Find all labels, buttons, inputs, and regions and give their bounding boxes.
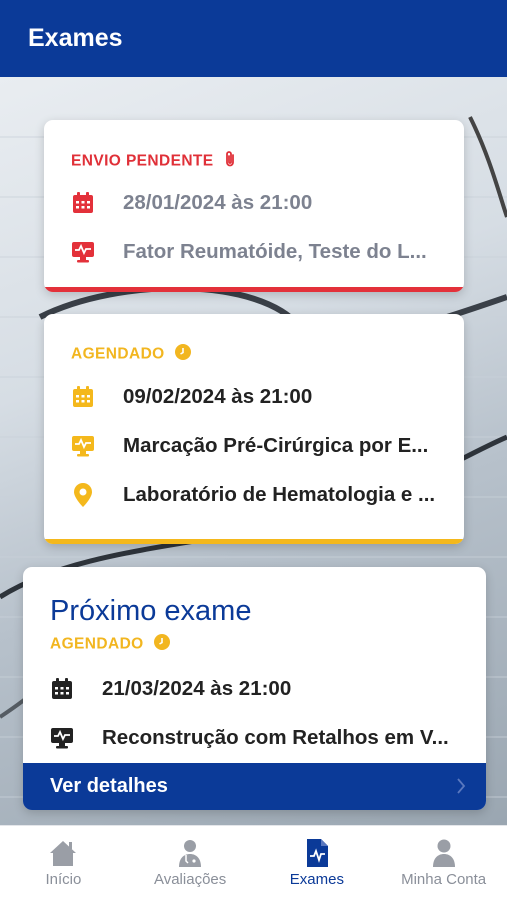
next-exam-heading: Próximo exame [50, 595, 252, 627]
page-title: Exames [28, 24, 123, 52]
exam-card-scheduled[interactable]: AGENDADO 09/02/2024 às 21:00 Marcação Pr… [44, 314, 464, 544]
doctor-icon [175, 838, 205, 868]
exam-file-icon [302, 838, 332, 868]
home-icon [48, 838, 78, 868]
exam-status: ENVIO PENDENTE [71, 150, 236, 173]
user-icon [429, 838, 459, 868]
clock-icon [175, 344, 192, 365]
exam-name-row: Reconstrução com Retalhos em V... [50, 723, 466, 753]
monitor-pulse-icon [71, 434, 95, 458]
tab-label: Minha Conta [401, 871, 487, 888]
exam-datetime: 28/01/2024 às 21:00 [123, 191, 313, 214]
exam-datetime: 09/02/2024 às 21:00 [123, 385, 313, 408]
status-bar [44, 539, 464, 544]
exam-name: Fator Reumatóide, Teste do L... [123, 240, 427, 263]
exam-card-pending[interactable]: ENVIO PENDENTE 28/01/2024 às 21:00 Fator… [44, 120, 464, 292]
clock-icon [154, 634, 171, 655]
tab-label: Exames [289, 871, 344, 888]
tab-exames[interactable]: Exames [254, 826, 381, 900]
monitor-pulse-icon [71, 240, 95, 264]
calendar-icon [71, 191, 95, 215]
tab-inicio[interactable]: Início [0, 826, 127, 900]
chevron-right-icon [456, 777, 466, 800]
exam-name: Reconstrução com Retalhos em V... [102, 726, 449, 749]
bottom-tab-bar: Início Avaliações Exames Minha Conta [0, 825, 507, 900]
next-exam-card: Próximo exame AGENDADO 21/03/2024 às 21:… [23, 567, 486, 810]
exam-name-row: Marcação Pré-Cirúrgica por E... [71, 431, 444, 461]
exam-location-row: Laboratório de Hematologia e ... [71, 480, 444, 510]
exam-location: Laboratório de Hematologia e ... [123, 483, 436, 506]
exam-status: AGENDADO [71, 344, 192, 365]
app-header: Exames [0, 0, 507, 77]
tab-avaliacoes[interactable]: Avaliações [127, 826, 254, 900]
view-details-label: Ver detalhes [50, 775, 168, 797]
exam-date-row: 21/03/2024 às 21:00 [50, 674, 466, 704]
status-bar [44, 287, 464, 292]
exam-status: AGENDADO [50, 634, 171, 655]
location-pin-icon [71, 483, 95, 507]
exam-datetime: 21/03/2024 às 21:00 [102, 677, 292, 700]
exam-date-row: 28/01/2024 às 21:00 [71, 188, 444, 218]
exam-date-row: 09/02/2024 às 21:00 [71, 382, 444, 412]
calendar-icon [71, 385, 95, 409]
monitor-pulse-icon [50, 726, 74, 750]
exam-name: Marcação Pré-Cirúrgica por E... [123, 434, 429, 457]
tab-label: Início [45, 871, 82, 888]
view-details-button[interactable]: Ver detalhes [23, 763, 486, 810]
exam-name-row: Fator Reumatóide, Teste do L... [71, 237, 444, 267]
calendar-icon [50, 677, 74, 701]
tab-minha-conta[interactable]: Minha Conta [380, 826, 507, 900]
paperclip-icon [224, 150, 236, 173]
tab-label: Avaliações [153, 871, 227, 888]
